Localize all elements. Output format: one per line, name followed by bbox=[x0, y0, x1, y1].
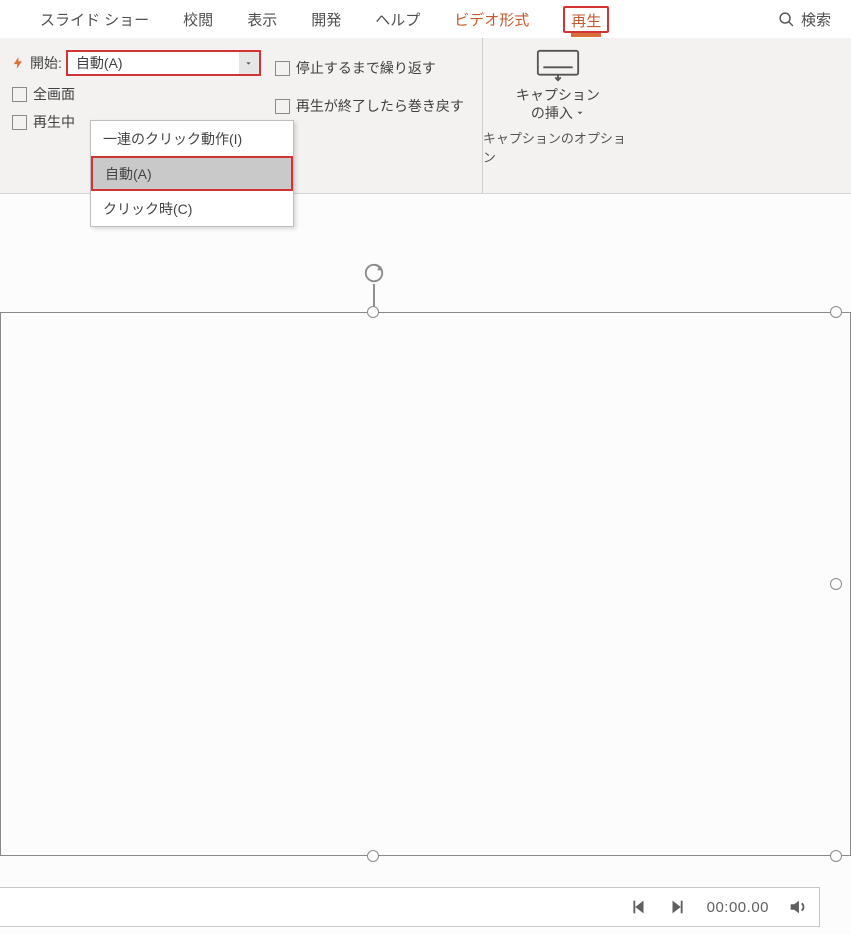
step-back-button[interactable] bbox=[627, 896, 649, 918]
loop-checkbox[interactable] bbox=[275, 61, 290, 76]
start-dropdown: 一連のクリック動作(I) 自動(A) クリック時(C) bbox=[90, 120, 294, 227]
bolt-icon bbox=[12, 55, 26, 71]
tab-developer[interactable]: 開発 bbox=[311, 9, 341, 30]
tab-playback-highlight: 再生 bbox=[563, 6, 609, 33]
tab-video-format[interactable]: ビデオ形式 bbox=[454, 9, 529, 30]
start-combobox[interactable]: 自動(A) bbox=[66, 50, 261, 76]
hide-while-playing-label: 再生中 bbox=[33, 112, 75, 132]
resize-handle-bottom-right[interactable] bbox=[830, 850, 842, 862]
dropdown-item-in-click[interactable]: 一連のクリック動作(I) bbox=[91, 121, 293, 156]
ribbon-tabs: スライド ショー 校閲 表示 開発 ヘルプ ビデオ形式 再生 検索 bbox=[0, 0, 851, 38]
video-options-group: 開始: 自動(A) 全画面 再生中 bbox=[0, 38, 261, 132]
fullscreen-checkbox[interactable] bbox=[12, 87, 27, 102]
playback-time: 00:00.00 bbox=[707, 899, 769, 916]
dropdown-item-auto[interactable]: 自動(A) bbox=[91, 156, 293, 191]
chevron-down-icon[interactable] bbox=[575, 108, 585, 118]
rotate-handle-icon[interactable] bbox=[363, 262, 385, 284]
loop-label: 停止するまで繰り返す bbox=[296, 58, 436, 78]
caption-label-line2: の挿入 bbox=[531, 104, 573, 122]
tab-help[interactable]: ヘルプ bbox=[375, 9, 420, 30]
step-forward-button[interactable] bbox=[667, 896, 689, 918]
volume-icon[interactable] bbox=[787, 896, 809, 918]
start-label: 開始: bbox=[30, 53, 62, 73]
resize-handle-top-right[interactable] bbox=[830, 306, 842, 318]
caption-options-group: キャプション の挿入 キャプションのオプション bbox=[483, 38, 633, 170]
video-object[interactable] bbox=[0, 312, 851, 856]
video-options-col2: 停止するまで繰り返す 再生が終了したら巻き戻す bbox=[275, 58, 464, 116]
chevron-down-icon[interactable] bbox=[239, 52, 259, 74]
search-label[interactable]: 検索 bbox=[801, 9, 831, 30]
slide-canvas[interactable]: 00:00.00 bbox=[0, 194, 851, 934]
tab-review[interactable]: 校閲 bbox=[183, 9, 213, 30]
rewind-checkbox[interactable] bbox=[275, 99, 290, 114]
tab-playback[interactable]: 再生 bbox=[571, 13, 601, 37]
ribbon-body: 開始: 自動(A) 全画面 再生中 一連のクリック動作(I) 自動(A) クリッ… bbox=[0, 38, 851, 194]
start-combobox-value: 自動(A) bbox=[76, 53, 123, 73]
caption-label-line1: キャプション bbox=[516, 87, 600, 103]
resize-handle-bottom-mid[interactable] bbox=[367, 850, 379, 862]
resize-handle-mid-right[interactable] bbox=[830, 578, 842, 590]
tab-view[interactable]: 表示 bbox=[247, 9, 277, 30]
video-player-bar: 00:00.00 bbox=[0, 887, 820, 927]
fullscreen-label: 全画面 bbox=[33, 84, 75, 104]
resize-handle-top-mid[interactable] bbox=[367, 306, 379, 318]
caption-group-footer: キャプションのオプション bbox=[483, 122, 633, 170]
rewind-label: 再生が終了したら巻き戻す bbox=[296, 96, 464, 116]
tab-slideshow[interactable]: スライド ショー bbox=[40, 9, 149, 30]
insert-caption-icon[interactable] bbox=[536, 48, 580, 82]
dropdown-item-on-click[interactable]: クリック時(C) bbox=[91, 191, 293, 226]
hide-while-playing-checkbox[interactable] bbox=[12, 115, 27, 130]
search-icon bbox=[778, 11, 795, 28]
